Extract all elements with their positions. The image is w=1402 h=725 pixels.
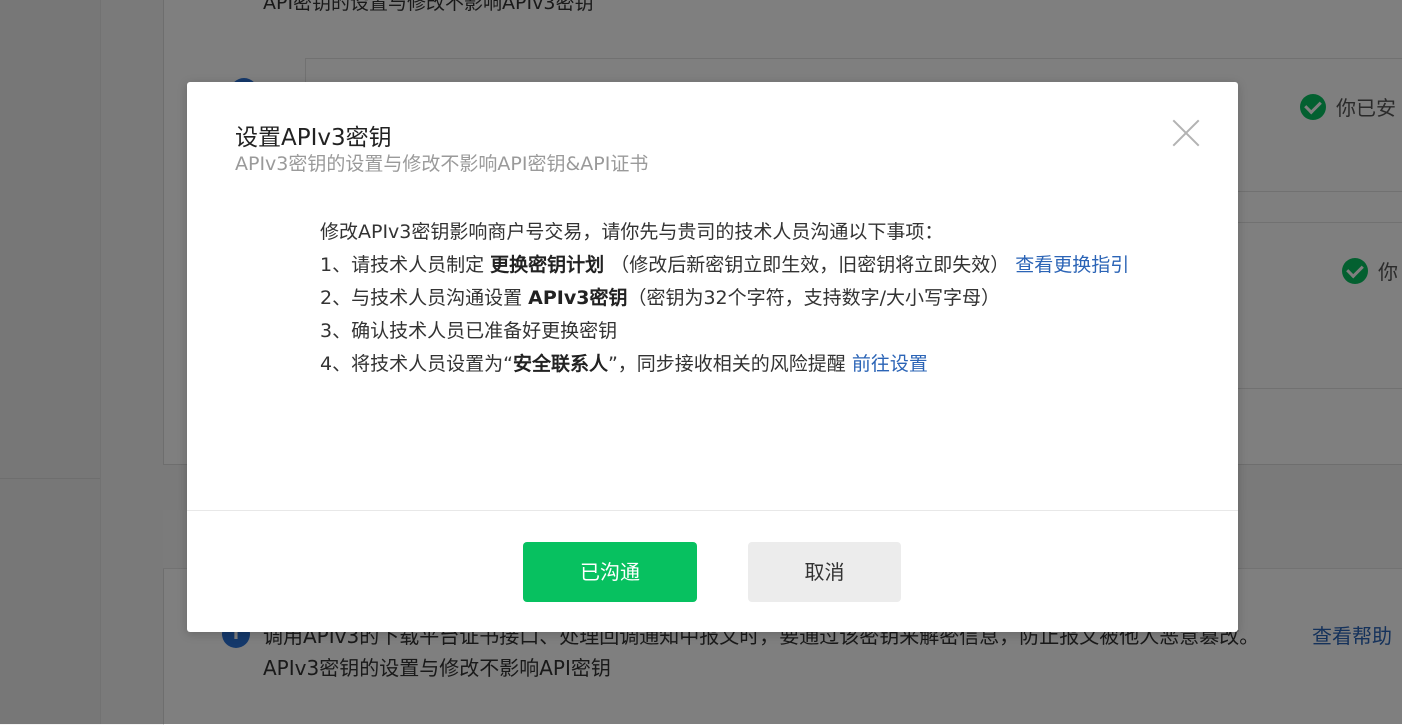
item-emphasis: APIv3密钥 (528, 287, 628, 309)
dialog-title: 设置APIv3密钥 (235, 125, 392, 151)
list-item-4: 4、将技术人员设置为“安全联系人”，同步接收相关的风险提醒 前往设置 (320, 348, 1190, 381)
item-text: （修改后新密钥立即生效，旧密钥将立即失效） (604, 254, 1016, 276)
confirm-button[interactable]: 已沟通 (523, 542, 697, 602)
intro-text: 修改APIv3密钥影响商户号交易，请你先与贵司的技术人员沟通以下事项： (320, 221, 944, 243)
close-icon[interactable] (1171, 118, 1201, 148)
list-item-3: 3、确认技术人员已准备好更换密钥 (320, 320, 618, 342)
dialog-footer-divider (187, 510, 1238, 511)
item-text: ”，同步接收相关的风险提醒 (607, 353, 852, 375)
dialog-subtitle: APIv3密钥的设置与修改不影响API密钥&API证书 (235, 153, 649, 175)
set-apiv3-key-dialog: 设置APIv3密钥 APIv3密钥的设置与修改不影响API密钥&API证书 修改… (187, 82, 1238, 632)
list-item-2: 2、与技术人员沟通设置 APIv3密钥（密钥为32个字符，支持数字/大小写字母） (320, 282, 1190, 315)
item-emphasis: 更换密钥计划 (490, 254, 605, 276)
go-settings-link[interactable]: 前往设置 (852, 353, 928, 375)
view-guide-link[interactable]: 查看更换指引 (1015, 254, 1129, 276)
list-item-1: 1、请技术人员制定 更换密钥计划 （修改后新密钥立即生效，旧密钥将立即失效） 查… (320, 249, 1190, 282)
item-text: 1、请技术人员制定 (320, 254, 491, 276)
item-text: 2、与技术人员沟通设置 (320, 287, 529, 309)
item-text: （密钥为32个字符，支持数字/大小写字母） (627, 287, 1001, 309)
cancel-button[interactable]: 取消 (748, 542, 901, 602)
item-text: 4、将技术人员设置为“ (320, 353, 513, 375)
item-emphasis: 安全联系人 (512, 353, 608, 375)
dialog-body: 修改APIv3密钥影响商户号交易，请你先与贵司的技术人员沟通以下事项： 1、请技… (320, 216, 1190, 381)
